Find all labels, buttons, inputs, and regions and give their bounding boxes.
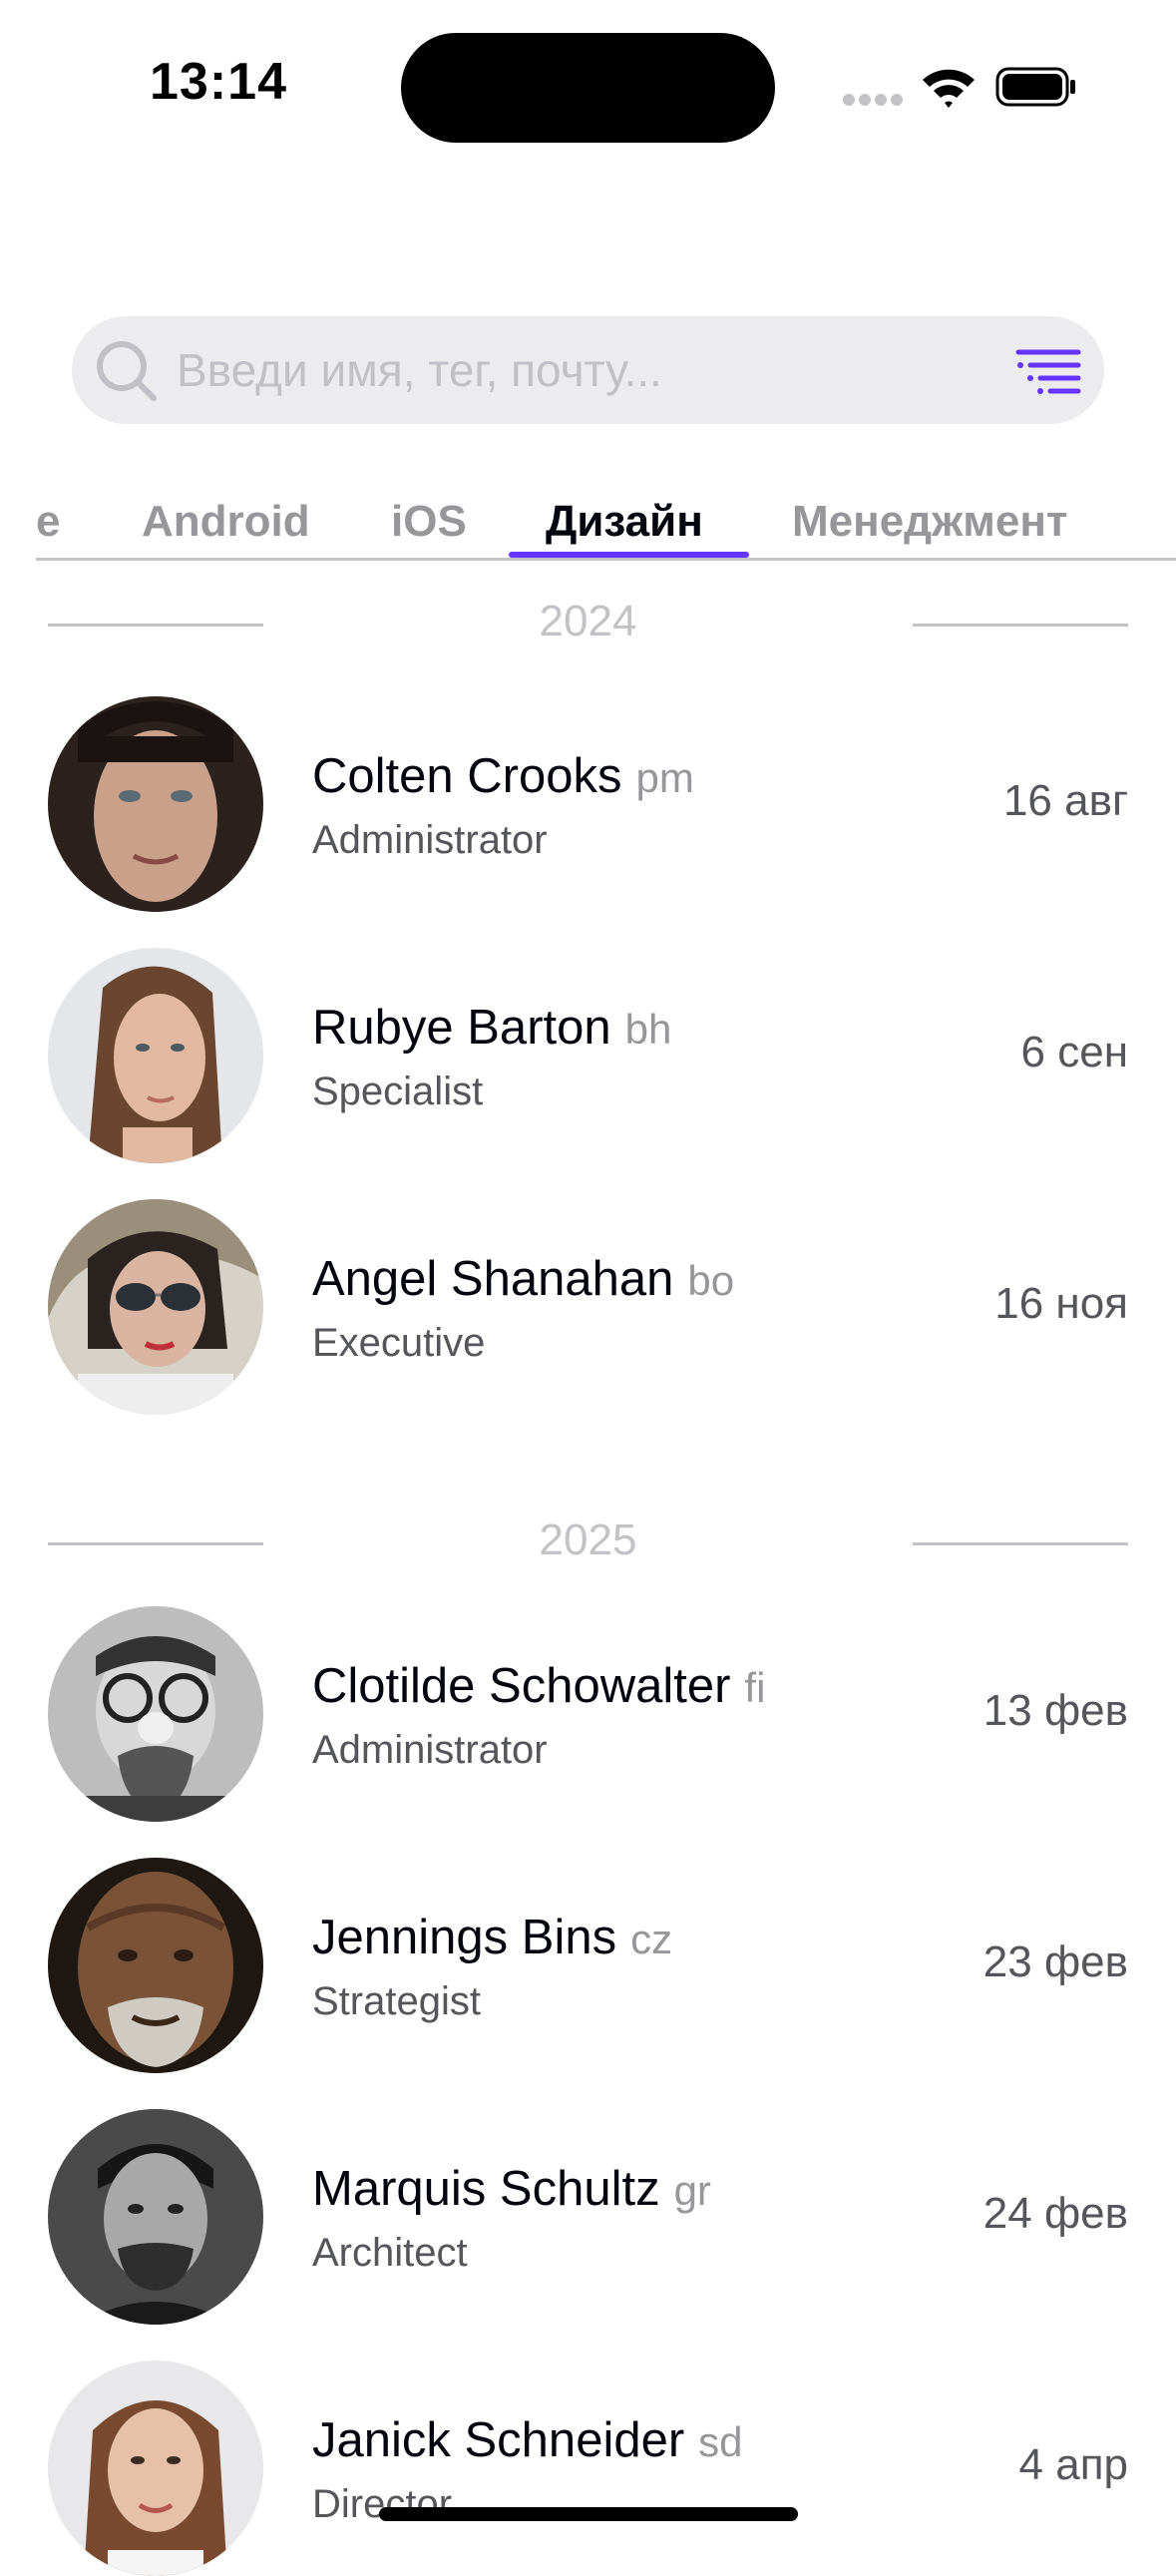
search-input[interactable] <box>177 316 1054 424</box>
person-tag: fi <box>744 1664 766 1711</box>
person-name-line: Marquis Schultz gr <box>312 2161 711 2217</box>
person-role: Specialist <box>312 1070 484 1113</box>
person-name: Janick Schneider <box>312 2413 685 2467</box>
avatar <box>48 2109 263 2325</box>
tab-partial[interactable]: e <box>36 497 60 547</box>
status-bar: 13:14 <box>0 0 1176 175</box>
person-date: 24 фев <box>982 2189 1128 2238</box>
search-bar[interactable] <box>72 316 1104 424</box>
avatar <box>48 1606 263 1822</box>
person-row[interactable]: Colten Crooks pm Administrator 16 авг <box>48 696 1128 912</box>
person-tag: pm <box>635 754 694 801</box>
person-row[interactable]: Marquis Schultz gr Architect 24 фев <box>48 2109 1128 2325</box>
person-name-line: Jennings Bins cz <box>312 1910 672 1965</box>
person-name: Clotilde Schowalter <box>312 1659 731 1713</box>
avatar <box>48 1199 263 1415</box>
status-time: 13:14 <box>150 53 287 111</box>
person-name-line: Angel Shanahan bo <box>312 1251 734 1307</box>
person-name-line: Rubye Barton bh <box>312 1000 671 1056</box>
tabs-divider <box>36 558 1176 561</box>
person-date: 6 сен <box>1020 1028 1128 1076</box>
person-tag: sd <box>698 2418 743 2465</box>
battery-icon <box>995 67 1075 107</box>
person-role: Administrator <box>312 818 548 862</box>
tab-management[interactable]: Менеджмент <box>792 497 1067 547</box>
wifi-icon <box>923 69 975 108</box>
avatar <box>48 1858 263 2073</box>
person-date: 4 апр <box>1018 2440 1128 2489</box>
person-row[interactable]: Clotilde Schowalter fi Administrator 13 ф… <box>48 1606 1128 1822</box>
person-row[interactable]: Jennings Bins cz Strategist 23 фев <box>48 1858 1128 2073</box>
home-indicator[interactable] <box>379 2507 798 2521</box>
person-name: Angel Shanahan <box>312 1252 674 1306</box>
tab-ios[interactable]: iOS <box>391 497 467 547</box>
avatar <box>48 948 263 1163</box>
dynamic-island <box>401 33 775 143</box>
person-name-line: Janick Schneider sd <box>312 2412 743 2468</box>
person-tag: gr <box>673 2167 711 2214</box>
divider <box>913 1542 1128 1545</box>
cellular-signal-icon <box>843 94 903 106</box>
person-date: 13 фев <box>982 1686 1128 1735</box>
person-row[interactable]: Janick Schneider sd Director 4 апр <box>48 2361 1128 2576</box>
avatar <box>48 2361 263 2576</box>
person-name: Rubye Barton <box>312 1001 611 1055</box>
person-name: Marquis Schultz <box>312 2162 660 2216</box>
tab-design[interactable]: Дизайн <box>546 497 703 547</box>
person-name: Jennings Bins <box>312 1911 617 1964</box>
avatar <box>48 696 263 912</box>
year-label: 2025 <box>539 1515 637 1564</box>
person-role: Strategist <box>312 1979 481 2023</box>
search-icon <box>97 341 157 401</box>
person-name-line: Colten Crooks pm <box>312 748 694 804</box>
person-role: Administrator <box>312 1728 548 1772</box>
filter-icon[interactable] <box>1014 347 1082 395</box>
tab-android[interactable]: Android <box>142 497 310 547</box>
person-role: Executive <box>312 1321 486 1365</box>
year-separator: 2024 <box>48 589 1128 658</box>
person-date: 16 авг <box>1002 776 1128 825</box>
person-date: 16 ноя <box>994 1279 1128 1328</box>
person-name: Colten Crooks <box>312 749 622 803</box>
year-separator: 2025 <box>48 1507 1128 1577</box>
active-tab-indicator <box>509 552 749 558</box>
person-name-line: Clotilde Schowalter fi <box>312 1658 765 1714</box>
person-row[interactable]: Angel Shanahan bo Executive 16 ноя <box>48 1199 1128 1415</box>
person-tag: bh <box>624 1006 672 1053</box>
person-row[interactable]: Rubye Barton bh Specialist 6 сен <box>48 948 1128 1163</box>
year-label: 2024 <box>539 597 637 645</box>
person-role: Architect <box>312 2231 468 2275</box>
divider <box>913 624 1128 627</box>
person-tag: cz <box>630 1916 673 1962</box>
department-tabs: e Android iOS Дизайн Менеджмент <box>36 479 1176 559</box>
person-tag: bo <box>687 1257 735 1304</box>
person-date: 23 фев <box>982 1937 1128 1986</box>
